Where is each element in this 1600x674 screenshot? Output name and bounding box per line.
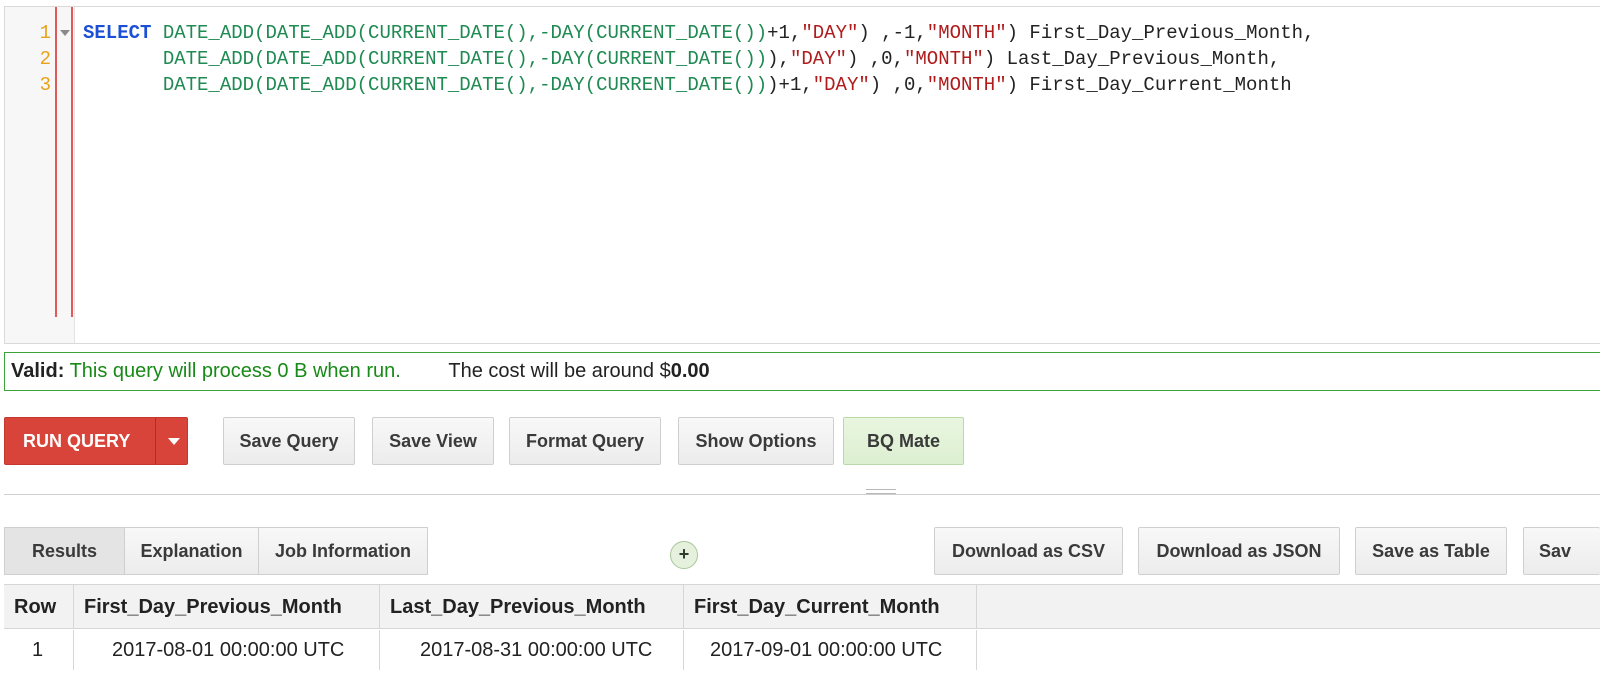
fold-arrow-icon[interactable] — [60, 30, 70, 36]
editor-gutter: 1 2 3 — [5, 7, 75, 343]
code-token: "DAY" — [801, 22, 859, 44]
save-view-button[interactable]: Save View — [372, 417, 494, 465]
column-header-row: Row — [4, 585, 74, 629]
code-line[interactable]: DATE_ADD(DATE_ADD(CURRENT_DATE(),-DAY(CU… — [83, 72, 1314, 98]
line-numbers: 1 2 3 — [5, 20, 51, 98]
code-token: DATE_ADD(DATE_ADD(CURRENT_DATE(),-DAY(CU… — [162, 22, 768, 44]
caret-down-icon[interactable] — [168, 438, 180, 445]
validation-bar: Valid: This query will process 0 B when … — [4, 352, 1600, 391]
code-token: ) First_Day_Previous_Month, — [1006, 22, 1315, 44]
code-token: "MONTH" — [903, 48, 984, 70]
drag-handle-icon[interactable] — [866, 489, 896, 499]
format-query-button[interactable]: Format Query — [509, 417, 661, 465]
line-number: 3 — [39, 74, 51, 96]
column-header: First_Day_Current_Month — [684, 585, 977, 629]
column-header: First_Day_Previous_Month — [74, 585, 380, 629]
save-more-button[interactable]: Sav — [1523, 527, 1600, 575]
code-token: ) ,0, — [846, 48, 904, 70]
gutter-marker-line — [55, 7, 57, 317]
cost-amount: 0.00 — [670, 360, 710, 382]
code-token: ) ,-1, — [858, 22, 927, 44]
table-cell: 2017-09-01 00:00:00 UTC — [684, 630, 977, 670]
panel-divider — [4, 494, 1600, 495]
save-as-table-button[interactable]: Save as Table — [1355, 527, 1507, 575]
tab-explanation[interactable]: Explanation — [124, 527, 259, 575]
code-token: "DAY" — [812, 74, 870, 96]
code-token: DATE_ADD(DATE_ADD(CURRENT_DATE(),-DAY(CU… — [162, 74, 768, 96]
download-json-button[interactable]: Download as JSON — [1138, 527, 1340, 575]
row-number-cell: 1 — [4, 630, 74, 670]
code-line[interactable]: SELECT DATE_ADD(DATE_ADD(CURRENT_DATE(),… — [83, 20, 1314, 46]
code-token: SELECT — [83, 22, 152, 44]
run-query-button[interactable]: RUN QUERY — [4, 417, 188, 465]
run-query-label: RUN QUERY — [23, 431, 131, 451]
line-number: 2 — [39, 48, 51, 70]
code-token: DATE_ADD(DATE_ADD(CURRENT_DATE(),-DAY(CU… — [162, 48, 768, 70]
cost-estimate-text: The cost will be around $ — [448, 360, 671, 382]
code-token: )+1, — [767, 74, 813, 96]
run-query-separator — [155, 418, 156, 464]
code-token: ) First_Day_Current_Month — [1006, 74, 1292, 96]
query-editor[interactable]: 1 2 3 SELECT DATE_ADD(DATE_ADD(CURRENT_D… — [4, 6, 1600, 344]
line-number: 1 — [39, 22, 51, 44]
table-header: Row First_Day_Previous_Month Last_Day_Pr… — [4, 585, 1600, 629]
bq-mate-button[interactable]: BQ Mate — [843, 417, 964, 465]
result-tabs: Results Explanation Job Information — [4, 527, 428, 575]
code-token: ), — [767, 48, 790, 70]
save-query-button[interactable]: Save Query — [223, 417, 355, 465]
download-csv-button[interactable]: Download as CSV — [934, 527, 1123, 575]
table-cell: 2017-08-01 00:00:00 UTC — [74, 630, 380, 670]
show-options-button[interactable]: Show Options — [678, 417, 834, 465]
code-token: "MONTH" — [926, 74, 1007, 96]
tab-job-information[interactable]: Job Information — [258, 527, 428, 575]
code-token: ) Last_Day_Previous_Month, — [983, 48, 1281, 70]
validation-message: This query will process 0 B when run. — [69, 360, 401, 382]
code-token: "DAY" — [789, 48, 847, 70]
plus-icon[interactable]: + — [670, 541, 698, 569]
validation-label: Valid: — [11, 360, 65, 382]
code-token: ) ,0, — [869, 74, 927, 96]
code-token: "MONTH" — [926, 22, 1007, 44]
table-row: 1 2017-08-01 00:00:00 UTC 2017-08-31 00:… — [4, 630, 1600, 670]
code-area[interactable]: SELECT DATE_ADD(DATE_ADD(CURRENT_DATE(),… — [83, 20, 1314, 98]
tab-results[interactable]: Results — [4, 527, 125, 575]
table-cell: 2017-08-31 00:00:00 UTC — [380, 630, 684, 670]
code-line[interactable]: DATE_ADD(DATE_ADD(CURRENT_DATE(),-DAY(CU… — [83, 46, 1314, 72]
column-header: Last_Day_Previous_Month — [380, 585, 684, 629]
gutter-marker-line — [71, 7, 73, 317]
code-token: +1, — [767, 22, 802, 44]
